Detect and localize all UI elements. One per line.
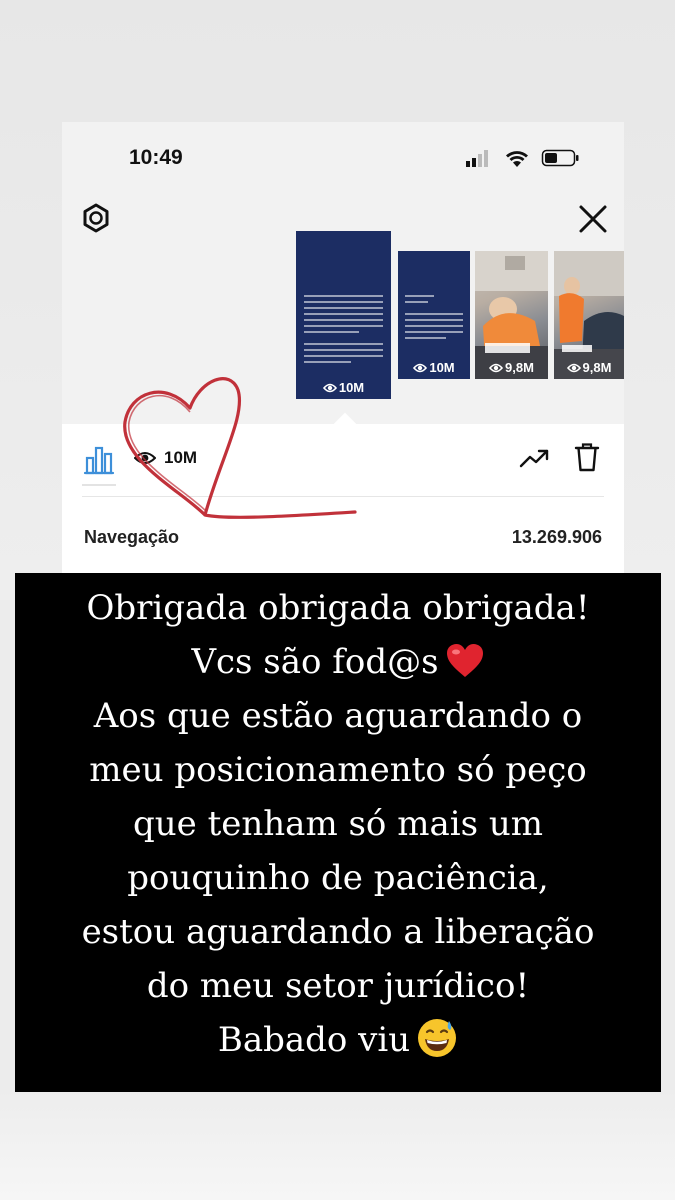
divider xyxy=(82,496,604,497)
story-views: 10M xyxy=(296,380,391,395)
status-icons xyxy=(466,149,579,167)
cellular-signal-icon xyxy=(466,150,488,167)
caption-line: Aos que estão aguardando o xyxy=(93,696,583,736)
eye-icon xyxy=(413,363,428,373)
story-thumbnail[interactable]: 9,8M xyxy=(475,251,548,379)
eye-icon xyxy=(322,383,337,393)
caption-line-text: Vcs são fod@s xyxy=(191,642,439,682)
settings-gear-icon[interactable] xyxy=(80,202,112,234)
caption-line: pouquinho de paciência, xyxy=(127,858,549,898)
story-views: 9,8M xyxy=(475,360,548,375)
background-bottom xyxy=(0,1090,675,1200)
story-thumbnail-selected[interactable]: 10M xyxy=(296,231,391,399)
story-thumbnail[interactable]: 9,8M xyxy=(554,251,624,379)
caption-line: meu posicionamento só peço xyxy=(89,750,587,790)
navigation-label: Navegação xyxy=(84,527,180,547)
story-views: 10M xyxy=(398,360,470,375)
caption-line: estou aguardando a liberação xyxy=(81,912,595,952)
caption-line: Obrigada obrigada obrigada! xyxy=(86,588,590,628)
red-heart-icon xyxy=(446,644,483,677)
trash-icon[interactable] xyxy=(574,442,600,472)
tab-underline xyxy=(82,484,116,486)
battery-icon xyxy=(541,149,579,167)
eye-icon xyxy=(133,452,157,464)
total-views: 10M xyxy=(133,448,198,468)
story-thumbnail[interactable]: 10M xyxy=(398,251,470,379)
caption-line-text: Babado viu xyxy=(217,1020,411,1060)
eye-icon xyxy=(488,363,504,373)
caption-line: que tenham só mais um xyxy=(133,804,543,844)
caption-line: Vcs são fod@s xyxy=(15,635,661,689)
story-caption: Obrigada obrigada obrigada! Vcs são fod@… xyxy=(15,573,661,1092)
caption-line: Babado viu xyxy=(15,1013,661,1067)
navigation-value: 13.269.906 xyxy=(511,527,602,547)
close-icon[interactable] xyxy=(576,202,610,236)
insights-screenshot: 10:49 10M 10M 9,8M 9,8M 10M Navegação 13… xyxy=(62,122,624,577)
eye-icon xyxy=(566,363,581,373)
insights-panel: 10M Navegação 13.269.906 xyxy=(62,424,624,577)
story-text-lines xyxy=(304,295,383,367)
story-text-lines xyxy=(405,295,463,343)
grinning-sweat-icon xyxy=(418,1019,457,1057)
status-time: 10:49 xyxy=(129,146,183,169)
story-views: 9,8M xyxy=(554,360,624,375)
wifi-icon xyxy=(506,151,528,167)
bar-chart-icon[interactable] xyxy=(82,444,116,476)
caption-line: do meu setor jurídico! xyxy=(146,966,530,1006)
trending-up-icon[interactable] xyxy=(519,446,551,472)
total-views-value: 10M xyxy=(164,448,198,467)
